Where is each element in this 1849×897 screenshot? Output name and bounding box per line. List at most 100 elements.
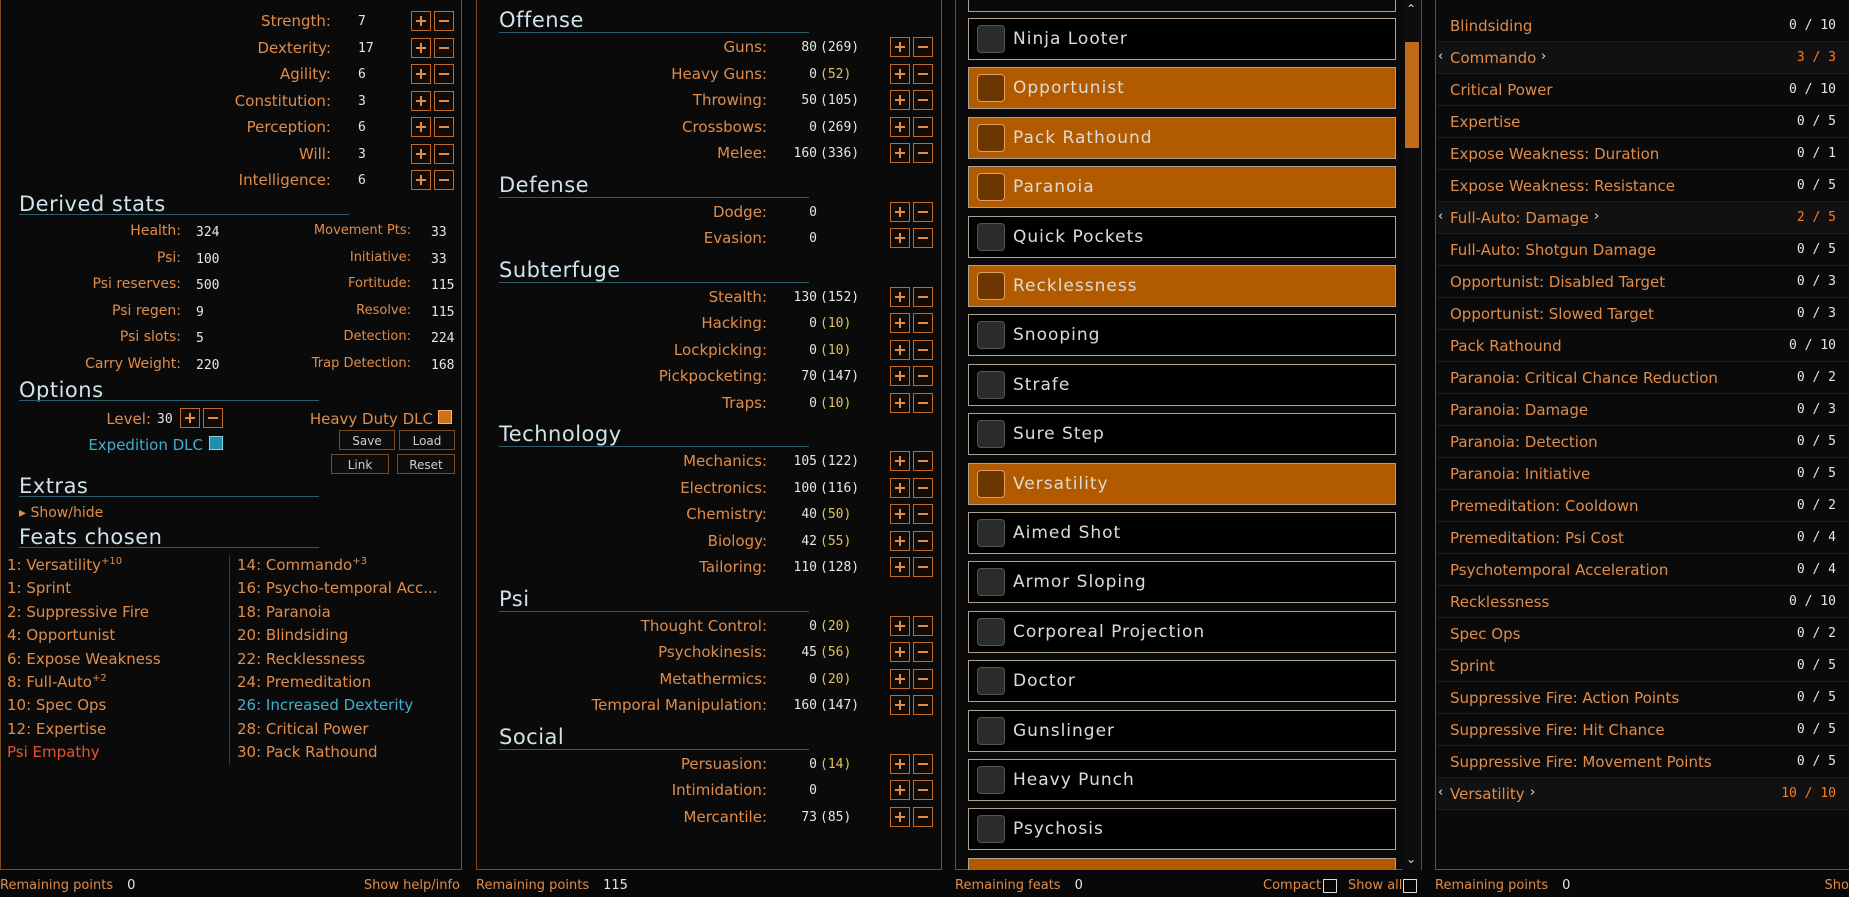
attribute-plus-button[interactable] — [411, 117, 431, 137]
specialization-row[interactable]: Spec Ops 0 / 2 — [1436, 618, 1849, 650]
skill-plus-button[interactable] — [890, 615, 910, 636]
attribute-minus-button[interactable] — [434, 90, 454, 111]
attribute-minus-button[interactable] — [434, 11, 454, 31]
load-button[interactable]: Load — [399, 430, 455, 450]
skill-minus-button[interactable] — [913, 286, 933, 307]
skill-plus-button[interactable] — [890, 286, 910, 307]
skill-minus-button[interactable] — [913, 366, 933, 386]
feat-list-item[interactable]: Quick Pockets — [968, 215, 1396, 258]
skill-minus-button[interactable] — [913, 557, 933, 577]
scroll-thumb[interactable] — [1405, 42, 1419, 148]
feat-list-item[interactable]: Aimed Shot — [968, 512, 1396, 554]
skill-plus-button[interactable] — [890, 753, 910, 774]
save-button[interactable]: Save — [339, 430, 395, 450]
specialization-row[interactable]: Psychotemporal Acceleration 0 / 4 — [1436, 554, 1849, 586]
skill-plus-button[interactable] — [890, 530, 910, 551]
specialization-row[interactable]: Blindsiding 0 / 10 — [1436, 10, 1849, 42]
attribute-plus-button[interactable] — [411, 90, 431, 111]
specialization-row[interactable]: Sprint 0 / 5 — [1436, 650, 1849, 682]
feats-scrollbar[interactable]: ⌃ ⌄ — [1403, 0, 1421, 870]
attribute-plus-button[interactable] — [411, 11, 431, 31]
skill-minus-button[interactable] — [913, 201, 933, 222]
skill-plus-button[interactable] — [890, 642, 910, 662]
chevron-left-icon[interactable]: ‹ — [1438, 49, 1443, 64]
attribute-plus-button[interactable] — [411, 37, 431, 58]
reset-button[interactable]: Reset — [397, 454, 455, 474]
skill-plus-button[interactable] — [890, 63, 910, 84]
feat-list-item[interactable]: Psychosis — [968, 808, 1396, 851]
skill-plus-button[interactable] — [890, 780, 910, 800]
feat-list-item[interactable]: Snooping — [968, 314, 1396, 357]
skill-minus-button[interactable] — [913, 615, 933, 636]
skill-minus-button[interactable] — [913, 313, 933, 333]
show-all-checkbox[interactable] — [1403, 879, 1417, 893]
attribute-minus-button[interactable] — [434, 170, 454, 190]
chevron-right-icon[interactable]: › — [1541, 49, 1546, 64]
skill-plus-button[interactable] — [890, 228, 910, 248]
specialization-row[interactable]: Premeditation: Cooldown 0 / 2 — [1436, 490, 1849, 522]
skill-minus-button[interactable] — [913, 228, 933, 248]
chevron-left-icon[interactable]: ‹ — [1438, 209, 1443, 224]
skill-plus-button[interactable] — [890, 116, 910, 137]
feat-list-item[interactable]: Doctor — [968, 660, 1396, 703]
attribute-plus-button[interactable] — [411, 64, 431, 84]
show-help-link[interactable]: Show help/info — [364, 874, 460, 897]
specialization-row[interactable]: Suppressive Fire: Hit Chance 0 / 5 — [1436, 714, 1849, 746]
skill-minus-button[interactable] — [913, 695, 933, 715]
specialization-row[interactable]: Critical Power 0 / 10 — [1436, 74, 1849, 106]
chevron-left-icon[interactable]: ‹ — [1438, 785, 1443, 800]
skill-plus-button[interactable] — [890, 37, 910, 57]
specialization-row[interactable]: Paranoia: Initiative 0 / 5 — [1436, 458, 1849, 490]
skill-minus-button[interactable] — [913, 530, 933, 551]
specialization-row[interactable]: Expertise 0 / 5 — [1436, 106, 1849, 138]
spec-help-link[interactable]: Sho — [1825, 874, 1849, 897]
skill-minus-button[interactable] — [913, 477, 933, 498]
attribute-plus-button[interactable] — [411, 143, 431, 164]
skill-plus-button[interactable] — [890, 695, 910, 715]
specialization-row[interactable]: ‹ Commando › 3 / 3 — [1436, 42, 1849, 74]
skill-plus-button[interactable] — [890, 504, 910, 524]
skill-minus-button[interactable] — [913, 753, 933, 774]
attribute-minus-button[interactable] — [434, 37, 454, 58]
feat-list-item[interactable]: Paranoia — [968, 166, 1396, 209]
specialization-row[interactable]: ‹ Versatility › 10 / 10 — [1436, 778, 1849, 810]
skill-minus-button[interactable] — [913, 37, 933, 57]
skill-plus-button[interactable] — [890, 451, 910, 471]
skill-plus-button[interactable] — [890, 201, 910, 222]
link-button[interactable]: Link — [331, 454, 389, 474]
skill-plus-button[interactable] — [890, 313, 910, 333]
level-plus-button[interactable] — [180, 408, 200, 428]
feat-list-item[interactable]: Pack Rathound — [968, 116, 1396, 159]
skill-plus-button[interactable] — [890, 339, 910, 360]
chevron-right-icon[interactable]: › — [1594, 209, 1599, 224]
feat-list-item[interactable]: Strafe — [968, 363, 1396, 406]
specialization-row[interactable]: Opportunist: Disabled Target 0 / 3 — [1436, 266, 1849, 298]
skill-minus-button[interactable] — [913, 668, 933, 689]
specialization-row[interactable]: Opportunist: Slowed Target 0 / 3 — [1436, 298, 1849, 330]
specialization-row[interactable]: Paranoia: Critical Chance Reduction 0 / 2 — [1436, 362, 1849, 394]
skill-plus-button[interactable] — [890, 557, 910, 577]
skill-minus-button[interactable] — [913, 63, 933, 84]
attribute-minus-button[interactable] — [434, 143, 454, 164]
feat-list-item[interactable]: Corporeal Projection — [968, 610, 1396, 653]
skill-minus-button[interactable] — [913, 392, 933, 413]
skill-plus-button[interactable] — [890, 90, 910, 110]
skill-minus-button[interactable] — [913, 116, 933, 137]
skill-plus-button[interactable] — [890, 668, 910, 689]
specialization-row[interactable]: Recklessness 0 / 10 — [1436, 586, 1849, 618]
skill-plus-button[interactable] — [890, 477, 910, 498]
specialization-row[interactable]: Full-Auto: Shotgun Damage 0 / 5 — [1436, 234, 1849, 266]
skill-plus-button[interactable] — [890, 806, 910, 827]
skill-plus-button[interactable] — [890, 143, 910, 163]
attribute-minus-button[interactable] — [434, 117, 454, 137]
skill-minus-button[interactable] — [913, 143, 933, 163]
chevron-right-icon[interactable]: › — [1530, 785, 1535, 800]
specialization-row[interactable]: ‹ Full-Auto: Damage › 2 / 5 — [1436, 202, 1849, 234]
feat-list-item[interactable]: Sure Step — [968, 413, 1396, 456]
skill-minus-button[interactable] — [913, 806, 933, 827]
feat-list-item[interactable]: Recklessness — [968, 265, 1396, 307]
skill-minus-button[interactable] — [913, 90, 933, 110]
skill-minus-button[interactable] — [913, 339, 933, 360]
attribute-plus-button[interactable] — [411, 170, 431, 190]
specialization-row[interactable]: Pack Rathound 0 / 10 — [1436, 330, 1849, 362]
